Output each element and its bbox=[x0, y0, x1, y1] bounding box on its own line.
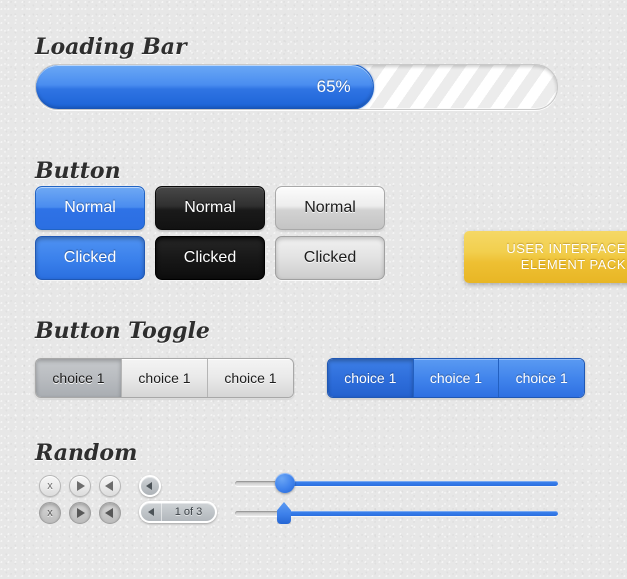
loading-bar-percent-label: 65% bbox=[316, 77, 351, 96]
random-heading: Random bbox=[35, 440, 138, 466]
x-icon: x bbox=[47, 506, 53, 519]
previous-icon-button-normal[interactable] bbox=[99, 475, 121, 497]
pagination-label: 1 of 3 bbox=[174, 506, 203, 518]
pagination-pill[interactable]: 1 of 3 bbox=[139, 501, 217, 523]
play-icon-button-normal[interactable] bbox=[69, 475, 91, 497]
slider-track-active bbox=[285, 511, 558, 516]
slider-track-active bbox=[285, 481, 558, 486]
badge-line-1: USER INTERFACE bbox=[506, 241, 626, 256]
button-toggle-heading: Button Toggle bbox=[35, 318, 210, 344]
play-icon bbox=[77, 481, 85, 491]
loading-bar-track[interactable]: 65% bbox=[35, 64, 558, 110]
previous-icon bbox=[148, 508, 154, 516]
loading-bar-heading: Loading Bar bbox=[35, 34, 187, 60]
slider-knob-round[interactable] bbox=[275, 473, 295, 493]
button-black-normal[interactable]: Normal bbox=[155, 186, 265, 230]
slider-triangle-knob[interactable] bbox=[235, 502, 558, 524]
toggle-gray-segment-1[interactable]: choice 1 bbox=[36, 359, 122, 397]
play-icon-button-pressed[interactable] bbox=[69, 502, 91, 524]
slider-round-knob[interactable] bbox=[235, 473, 558, 493]
close-x-icon-button-normal[interactable]: x bbox=[39, 475, 61, 497]
button-gray-clicked[interactable]: Clicked bbox=[275, 236, 385, 280]
button-blue-normal[interactable]: Normal bbox=[35, 186, 145, 230]
toggle-gray-segment-3[interactable]: choice 1 bbox=[208, 359, 293, 397]
toggle-group-gray[interactable]: choice 1 choice 1 choice 1 bbox=[35, 358, 294, 398]
button-heading: Button bbox=[35, 158, 121, 184]
element-pack-badge: USER INTERFACE ELEMENT PACK bbox=[464, 231, 627, 283]
button-black-clicked[interactable]: Clicked bbox=[155, 236, 265, 280]
button-gray-normal[interactable]: Normal bbox=[275, 186, 385, 230]
toggle-blue-segment-2[interactable]: choice 1 bbox=[413, 359, 500, 397]
play-icon bbox=[77, 508, 85, 518]
toggle-blue-segment-3[interactable]: choice 1 bbox=[499, 359, 584, 397]
badge-line-2: ELEMENT PACK bbox=[520, 257, 626, 272]
button-blue-clicked[interactable]: Clicked bbox=[35, 236, 145, 280]
previous-icon-button-pressed[interactable] bbox=[99, 502, 121, 524]
close-x-icon-button-pressed[interactable]: x bbox=[39, 502, 61, 524]
toggle-group-blue[interactable]: choice 1 choice 1 choice 1 bbox=[327, 358, 585, 398]
previous-icon bbox=[105, 481, 113, 491]
previous-icon bbox=[105, 508, 113, 518]
previous-icon bbox=[146, 482, 152, 490]
pagination-previous-button[interactable] bbox=[141, 503, 162, 521]
back-arrow-round-button[interactable] bbox=[139, 475, 161, 497]
loading-bar-fill: 65% bbox=[36, 65, 374, 109]
toggle-gray-segment-2[interactable]: choice 1 bbox=[122, 359, 208, 397]
toggle-blue-segment-1[interactable]: choice 1 bbox=[328, 359, 414, 397]
slider-knob-triangle[interactable] bbox=[277, 502, 291, 524]
x-icon: x bbox=[47, 479, 53, 492]
